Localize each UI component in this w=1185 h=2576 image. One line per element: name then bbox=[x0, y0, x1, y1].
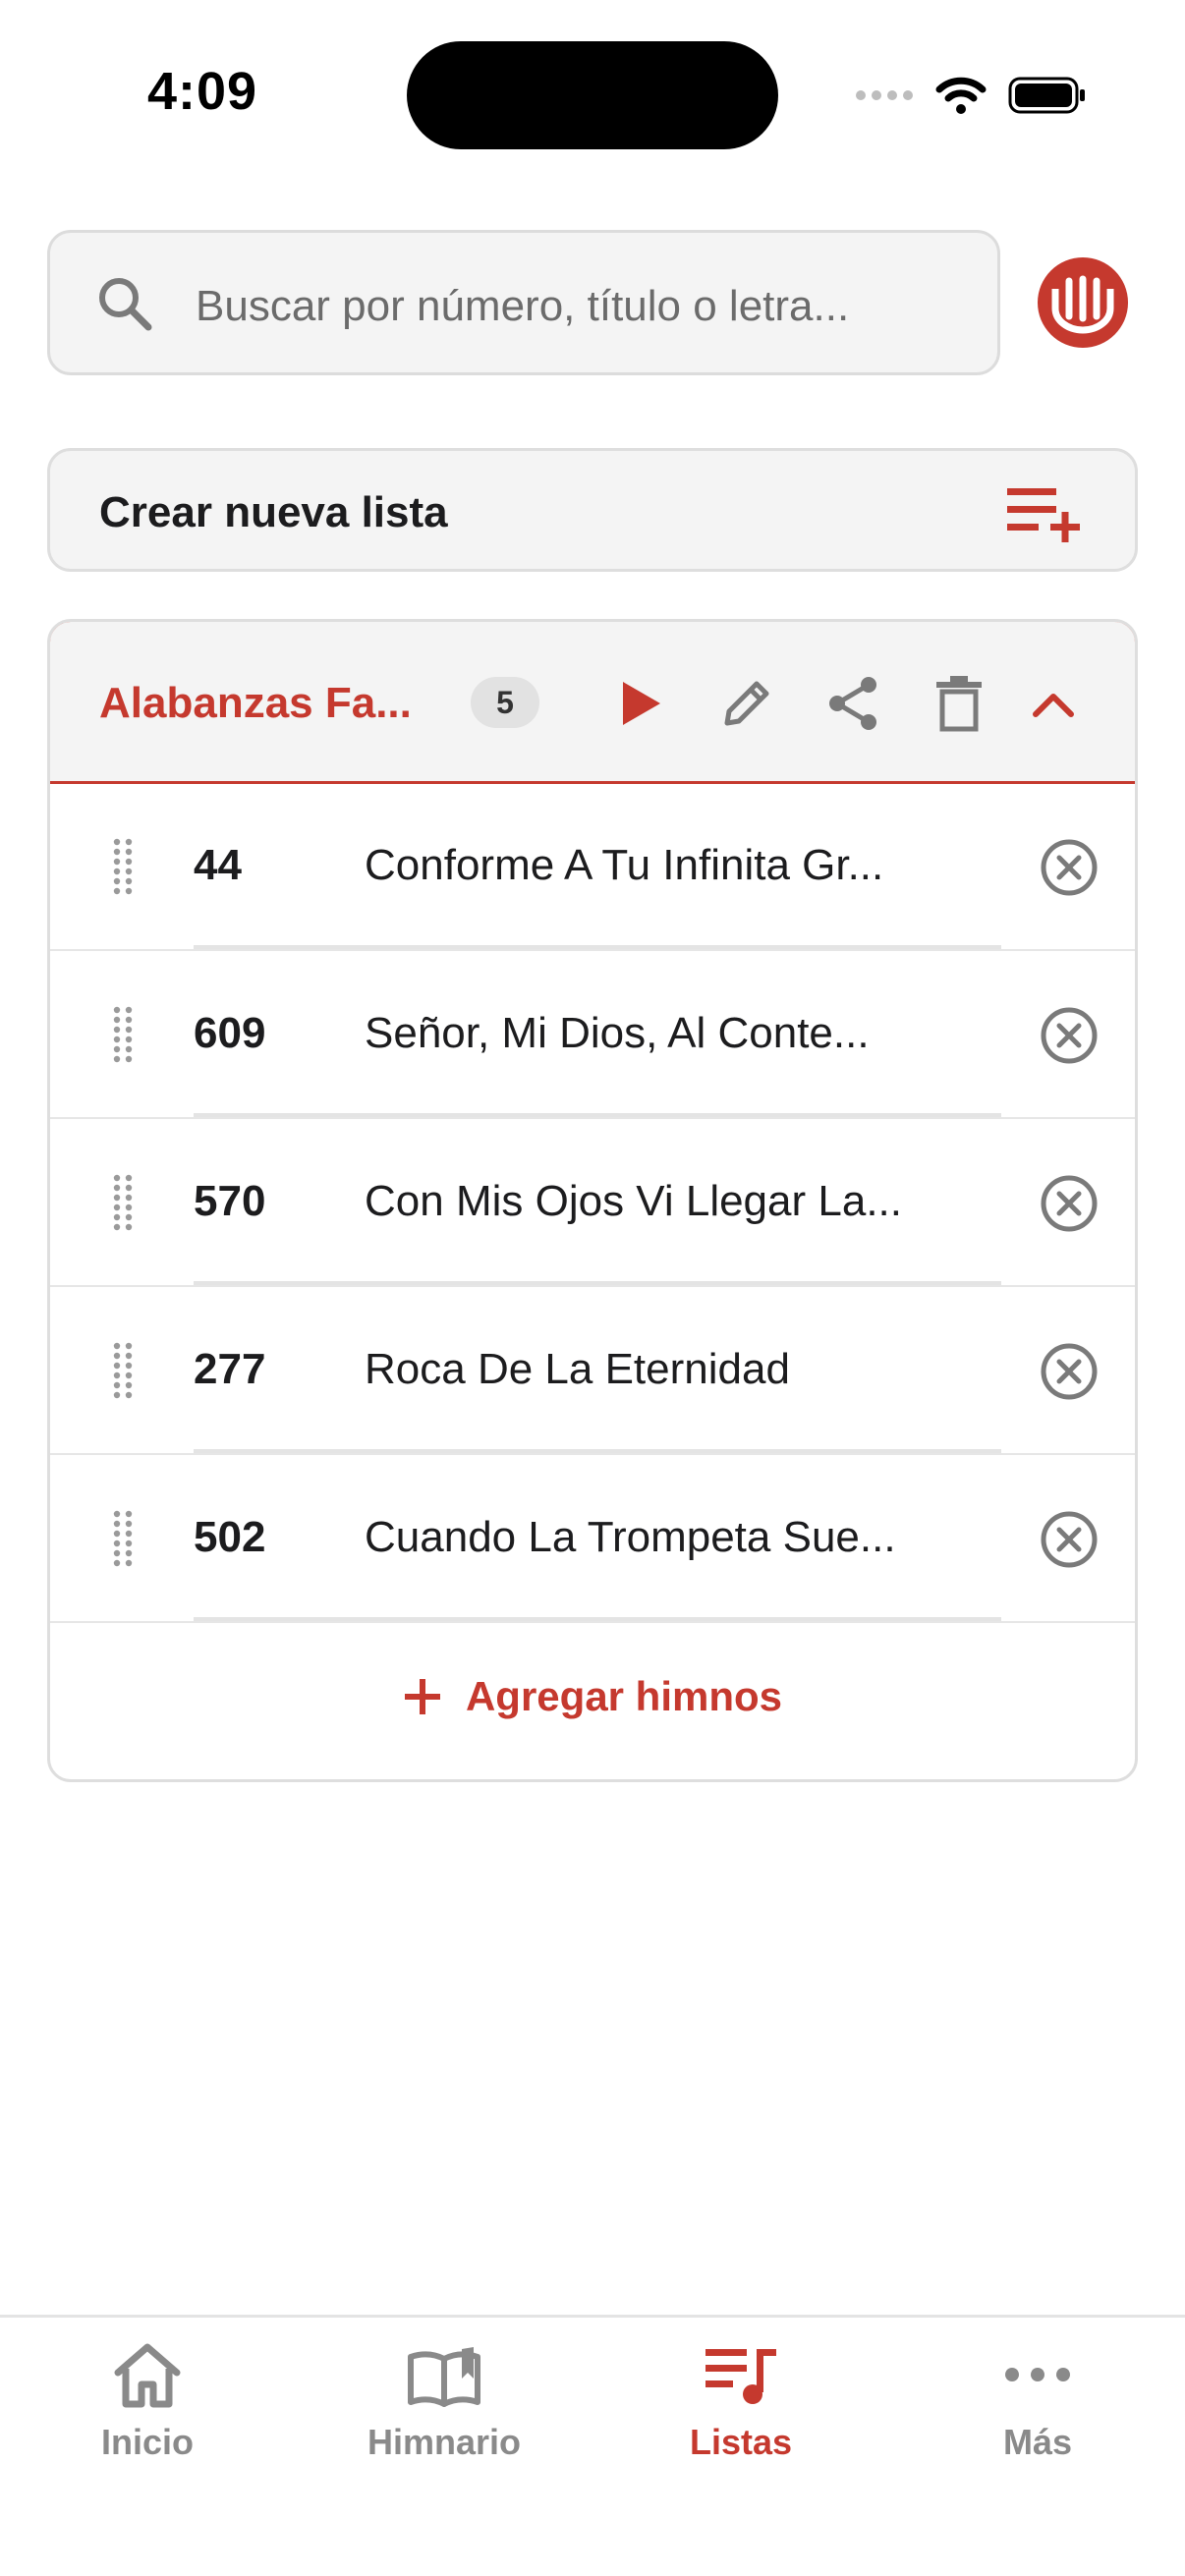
drag-handle-icon[interactable] bbox=[109, 1341, 137, 1400]
drag-handle-icon[interactable] bbox=[109, 1173, 137, 1232]
search-input[interactable]: Buscar por número, título o letra... bbox=[47, 230, 1000, 375]
trash-icon bbox=[936, 676, 982, 732]
battery-icon bbox=[1008, 77, 1085, 114]
song-row[interactable]: 502 Cuando La Trompeta Sue... bbox=[50, 1456, 1135, 1623]
pencil-icon bbox=[724, 681, 769, 726]
tab-inicio[interactable]: Inicio bbox=[0, 2335, 295, 2483]
add-hymns-button[interactable]: Agregar himnos bbox=[50, 1614, 1135, 1779]
hymn-title: Conforme A Tu Infinita Gr... bbox=[365, 841, 884, 889]
hymn-number: 277 bbox=[194, 1345, 266, 1393]
drag-handle-icon[interactable] bbox=[109, 837, 137, 896]
share-icon bbox=[829, 677, 876, 730]
tab-himnario[interactable]: Himnario bbox=[297, 2335, 592, 2483]
more-icon bbox=[1005, 2368, 1070, 2381]
create-list-button[interactable]: Crear nueva lista bbox=[47, 448, 1138, 572]
dynamic-island bbox=[407, 41, 778, 149]
home-icon bbox=[114, 2343, 181, 2408]
tab-label: Inicio bbox=[100, 2422, 194, 2462]
add-hymns-label: Agregar himnos bbox=[465, 1673, 783, 1719]
status-icons bbox=[855, 71, 1087, 120]
remove-circle-icon[interactable] bbox=[1039, 1341, 1100, 1402]
hymn-number: 44 bbox=[194, 841, 242, 889]
book-icon bbox=[408, 2347, 480, 2407]
tab-label: Listas bbox=[689, 2422, 793, 2462]
delete-list-button[interactable] bbox=[925, 669, 993, 738]
song-row[interactable]: 570 Con Mis Ojos Vi Llegar La... bbox=[50, 1120, 1135, 1287]
song-row[interactable]: 609 Señor, Mi Dios, Al Conte... bbox=[50, 952, 1135, 1119]
row-divider bbox=[194, 1281, 1001, 1285]
hymn-number: 609 bbox=[194, 1009, 266, 1057]
edit-button[interactable] bbox=[712, 669, 781, 738]
hymn-number: 502 bbox=[194, 1513, 266, 1561]
hymn-title: Con Mis Ojos Vi Llegar La... bbox=[365, 1177, 902, 1225]
remove-circle-icon[interactable] bbox=[1039, 1005, 1100, 1066]
row-divider bbox=[194, 945, 1001, 949]
tab-bar: Inicio Himnario Listas Más bbox=[0, 2315, 1185, 2576]
playlist-music-icon bbox=[705, 2349, 776, 2404]
playlist-add-icon bbox=[1007, 488, 1080, 542]
tab-mas[interactable]: Más bbox=[890, 2335, 1185, 2483]
play-icon bbox=[623, 682, 660, 725]
search-icon bbox=[99, 278, 152, 331]
hymn-number: 570 bbox=[194, 1177, 266, 1225]
plus-icon bbox=[404, 1679, 440, 1714]
app-logo-icon[interactable] bbox=[1036, 255, 1130, 350]
chevron-up-icon bbox=[1033, 694, 1074, 717]
hymn-title: Cuando La Trompeta Sue... bbox=[365, 1513, 896, 1561]
tab-listas[interactable]: Listas bbox=[593, 2335, 888, 2483]
status-time: 4:09 bbox=[147, 62, 258, 121]
collapse-button[interactable] bbox=[1019, 669, 1088, 738]
wifi-icon bbox=[935, 77, 987, 114]
search-placeholder: Buscar por número, título o letra... bbox=[196, 282, 850, 330]
song-row[interactable]: 44 Conforme A Tu Infinita Gr... bbox=[50, 784, 1135, 951]
song-count-badge: 5 bbox=[471, 677, 539, 728]
drag-handle-icon[interactable] bbox=[109, 1509, 137, 1568]
hymn-title: Roca De La Eternidad bbox=[365, 1345, 790, 1393]
cellular-signal-icon bbox=[856, 90, 913, 100]
hymn-title: Señor, Mi Dios, Al Conte... bbox=[365, 1009, 870, 1057]
share-button[interactable] bbox=[818, 669, 887, 738]
remove-circle-icon[interactable] bbox=[1039, 837, 1100, 898]
drag-handle-icon[interactable] bbox=[109, 1005, 137, 1064]
tab-label: Más bbox=[1002, 2422, 1073, 2462]
tab-label: Himnario bbox=[367, 2422, 522, 2462]
remove-circle-icon[interactable] bbox=[1039, 1173, 1100, 1234]
play-button[interactable] bbox=[606, 669, 675, 738]
playlist-card: Alabanzas Fa... 5 44 Conforme A Tu Infin… bbox=[47, 619, 1138, 1782]
row-divider bbox=[194, 1113, 1001, 1117]
row-divider bbox=[194, 1449, 1001, 1453]
create-list-label: Crear nueva lista bbox=[99, 488, 448, 536]
song-row[interactable]: 277 Roca De La Eternidad bbox=[50, 1288, 1135, 1455]
playlist-header[interactable]: Alabanzas Fa... 5 bbox=[50, 622, 1135, 784]
remove-circle-icon[interactable] bbox=[1039, 1509, 1100, 1570]
playlist-title[interactable]: Alabanzas Fa... bbox=[99, 679, 412, 728]
